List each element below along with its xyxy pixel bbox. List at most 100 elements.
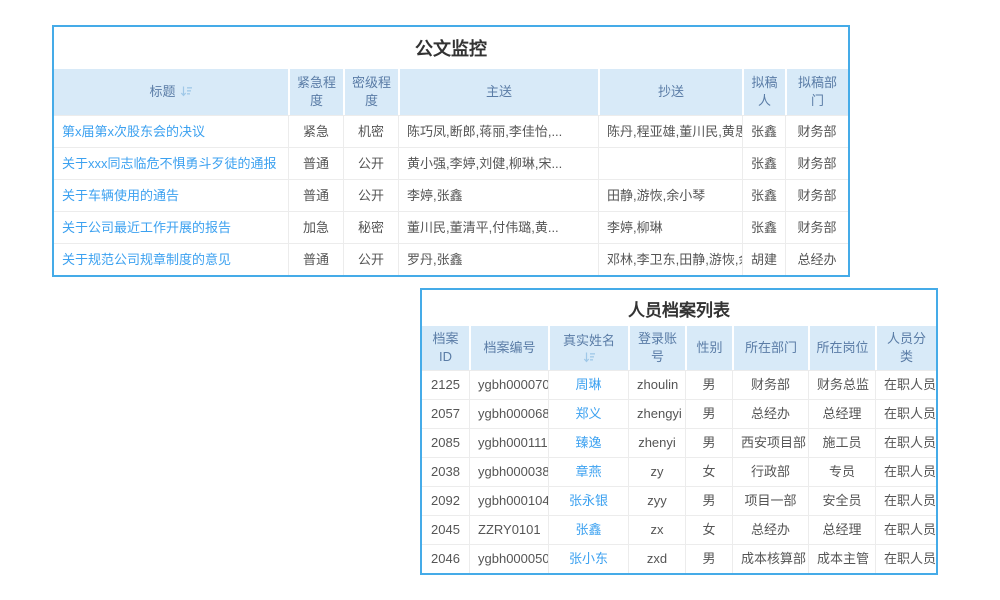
cell-link[interactable]: 张小东 xyxy=(569,551,608,566)
personnel-archive-table: 档案ID 档案编号 真实姓名 登录账号 性别 所在部门 所在岗位 人员分类 21… xyxy=(422,326,936,573)
table-cell: 在职人员 xyxy=(875,515,936,544)
table-cell: 男 xyxy=(685,399,732,428)
cell-link[interactable]: 周琳 xyxy=(575,377,601,392)
table-cell: zxd xyxy=(628,544,685,573)
table-row: 2046ygbh000050张小东zxd男成本核算部成本主管在职人员 xyxy=(422,544,936,573)
table-cell: 女 xyxy=(685,515,732,544)
doc-monitor-title: 公文监控 xyxy=(54,27,848,69)
table-cell: ygbh000038 xyxy=(469,457,548,486)
column-header-drafter: 拟稿人 xyxy=(742,69,785,115)
sort-icon[interactable] xyxy=(583,351,596,364)
table-cell: 专员 xyxy=(808,457,875,486)
table-cell: 郑义 xyxy=(548,399,628,428)
cell-link[interactable]: 关于车辆使用的通告 xyxy=(62,188,179,203)
table-cell: ygbh000104 xyxy=(469,486,548,515)
doc-monitor-table: 标题 紧急程度 密级程度 主送 抄送 拟稿人 拟稿部门 第x届第x次股东会的决议… xyxy=(54,69,848,275)
cell-link[interactable]: 关于规范公司规章制度的意见 xyxy=(62,252,231,267)
table-cell: 行政部 xyxy=(732,457,808,486)
table-cell: 第x届第x次股东会的决议 xyxy=(54,115,288,147)
table-cell: 加急 xyxy=(288,211,343,243)
table-cell: zhenyi xyxy=(628,428,685,457)
personnel-table-body: 2125ygbh000070周琳zhoulin男财务部财务总监在职人员2057y… xyxy=(422,370,936,573)
doc-table-header: 标题 紧急程度 密级程度 主送 抄送 拟稿人 拟稿部门 xyxy=(54,69,848,115)
table-cell: 陈巧凤,断郎,蒋丽,李佳怡,... xyxy=(398,115,598,147)
column-header-label: 密级程度 xyxy=(352,75,391,108)
table-cell: 财务总监 xyxy=(808,370,875,399)
column-header-urgency: 紧急程度 xyxy=(288,69,343,115)
column-header-department: 所在部门 xyxy=(732,326,808,370)
column-header-label: 主送 xyxy=(486,84,512,99)
table-cell: 张鑫 xyxy=(742,211,785,243)
table-cell: 罗丹,张鑫 xyxy=(398,243,598,275)
table-cell: 关于规范公司规章制度的意见 xyxy=(54,243,288,275)
table-cell: ygbh000070 xyxy=(469,370,548,399)
table-row: 2092ygbh000104张永银zyy男项目一部安全员在职人员 xyxy=(422,486,936,515)
table-cell: 财务部 xyxy=(785,179,848,211)
table-cell: ZZRY0101 xyxy=(469,515,548,544)
column-header-label: 所在部门 xyxy=(745,340,797,355)
table-cell: 张小东 xyxy=(548,544,628,573)
table-cell: 普通 xyxy=(288,147,343,179)
column-header-label: 档案编号 xyxy=(483,340,535,355)
table-cell: 财务部 xyxy=(785,211,848,243)
column-header-position: 所在岗位 xyxy=(808,326,875,370)
table-cell: 2038 xyxy=(422,457,469,486)
table-cell: 张鑫 xyxy=(742,147,785,179)
column-header-label: 拟稿人 xyxy=(751,75,777,108)
table-cell: 秘密 xyxy=(343,211,398,243)
cell-link[interactable]: 章燕 xyxy=(575,464,601,479)
cell-link[interactable]: 关于xxx同志临危不惧勇斗歹徒的通报 xyxy=(62,156,277,171)
table-cell: 成本主管 xyxy=(808,544,875,573)
table-cell: 2125 xyxy=(422,370,469,399)
column-header-label: 真实姓名 xyxy=(563,333,615,348)
table-cell: 普通 xyxy=(288,179,343,211)
column-header-category: 人员分类 xyxy=(875,326,936,370)
table-cell: ygbh000050 xyxy=(469,544,548,573)
table-cell: 总经理 xyxy=(808,515,875,544)
table-cell: zx xyxy=(628,515,685,544)
column-header-cc: 抄送 xyxy=(598,69,742,115)
table-cell: 李婷,柳琳 xyxy=(598,211,742,243)
column-header-real-name[interactable]: 真实姓名 xyxy=(548,326,628,370)
column-header-title[interactable]: 标题 xyxy=(54,69,288,115)
table-cell: 在职人员 xyxy=(875,457,936,486)
column-header-label: 登录账号 xyxy=(637,330,679,365)
cell-link[interactable]: 第x届第x次股东会的决议 xyxy=(62,124,205,139)
table-cell: 张鑫 xyxy=(742,179,785,211)
table-cell: ygbh000111 xyxy=(469,428,548,457)
table-cell: 田静,游恢,余小琴 xyxy=(598,179,742,211)
column-header-label: 人员分类 xyxy=(887,331,926,364)
column-header-label: 标题 xyxy=(149,84,175,99)
personnel-archive-title: 人员档案列表 xyxy=(422,290,936,326)
table-cell: zhoulin xyxy=(628,370,685,399)
table-cell: 黄小强,李婷,刘健,柳琳,宋... xyxy=(398,147,598,179)
column-header-label: 拟稿部门 xyxy=(797,74,839,109)
cell-link[interactable]: 张永银 xyxy=(569,493,608,508)
table-cell: 安全员 xyxy=(808,486,875,515)
table-cell: 张鑫 xyxy=(742,115,785,147)
personnel-table-header: 档案ID 档案编号 真实姓名 登录账号 性别 所在部门 所在岗位 人员分类 xyxy=(422,326,936,370)
cell-link[interactable]: 郑义 xyxy=(575,406,601,421)
table-row: 2085ygbh000111臻逸zhenyi男西安项目部施工员在职人员 xyxy=(422,428,936,457)
cell-link[interactable]: 关于公司最近工作开展的报告 xyxy=(62,220,231,235)
table-cell: 成本核算部 xyxy=(732,544,808,573)
table-cell: 胡建 xyxy=(742,243,785,275)
table-cell: 普通 xyxy=(288,243,343,275)
column-header-archive-id: 档案ID xyxy=(422,326,469,370)
table-row: 2038ygbh000038章燕zy女行政部专员在职人员 xyxy=(422,457,936,486)
column-header-secrecy: 密级程度 xyxy=(343,69,398,115)
table-row: 2045ZZRY0101 张鑫 zx女总经办总经理在职人员 xyxy=(422,515,936,544)
table-row: 关于车辆使用的通告普通公开李婷,张鑫田静,游恢,余小琴张鑫财务部 xyxy=(54,179,848,211)
cell-link[interactable]: 张鑫 xyxy=(575,522,601,537)
table-cell: 2045 xyxy=(422,515,469,544)
table-cell: 董川民,董清平,付伟璐,黄... xyxy=(398,211,598,243)
table-cell: 总经办 xyxy=(732,515,808,544)
cell-link[interactable]: 臻逸 xyxy=(575,435,601,450)
table-cell: ygbh000068 xyxy=(469,399,548,428)
table-row: 第x届第x次股东会的决议紧急机密陈巧凤,断郎,蒋丽,李佳怡,...陈丹,程亚雄,… xyxy=(54,115,848,147)
table-cell: 女 xyxy=(685,457,732,486)
column-header-main-recipient: 主送 xyxy=(398,69,598,115)
column-header-label: 性别 xyxy=(696,340,722,355)
table-cell: 施工员 xyxy=(808,428,875,457)
sort-icon[interactable] xyxy=(180,85,193,98)
